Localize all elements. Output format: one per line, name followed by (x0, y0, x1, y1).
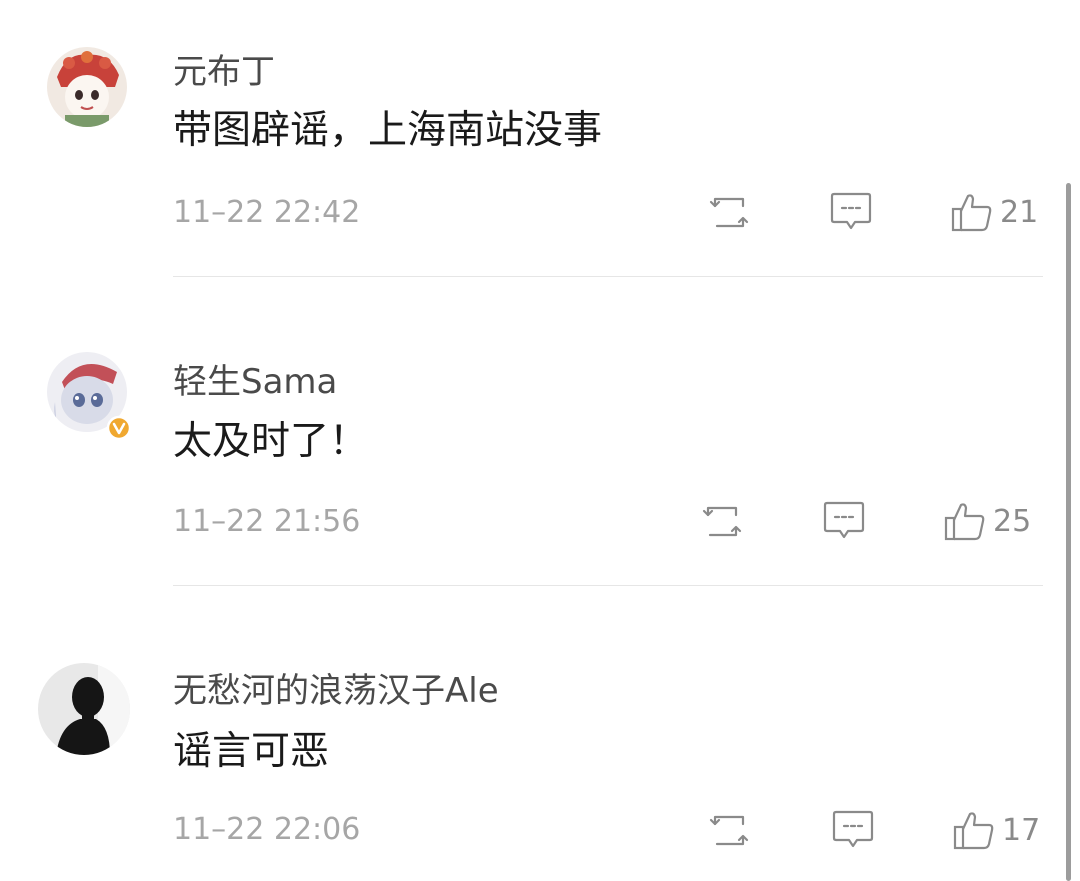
like-button[interactable]: 17 (952, 809, 1040, 853)
divider (173, 585, 1043, 586)
thumbs-up-icon (951, 194, 992, 232)
avatar-image (47, 47, 127, 127)
like-button[interactable]: 25 (943, 500, 1031, 544)
username[interactable]: 无愁河的浪荡汉子Ale (173, 671, 499, 711)
avatar-image (38, 663, 130, 755)
comment-icon[interactable] (821, 500, 867, 544)
like-count: 17 (1002, 813, 1041, 848)
username[interactable]: 元布丁 (173, 52, 275, 92)
comment-text: 带图辟谣，上海南站没事 (173, 108, 603, 153)
scrollbar[interactable] (1066, 183, 1071, 881)
repost-icon[interactable] (700, 502, 748, 542)
avatar[interactable] (47, 352, 132, 440)
like-count: 25 (993, 504, 1032, 539)
repost-icon[interactable] (707, 811, 755, 851)
verified-v-badge (106, 415, 132, 440)
avatar[interactable] (47, 47, 127, 127)
avatar-image (47, 352, 132, 440)
timestamp: 11–22 22:42 (173, 195, 361, 230)
comment-text: 太及时了！ (173, 419, 369, 464)
divider (173, 276, 1043, 277)
thumbs-up-icon (953, 812, 994, 850)
like-button[interactable]: 21 (950, 191, 1038, 235)
thumbs-up-icon (944, 503, 985, 541)
comment-icon[interactable] (828, 191, 874, 235)
repost-icon[interactable] (707, 193, 755, 233)
timestamp: 11–22 22:06 (173, 812, 361, 847)
comment-text: 谣言可恶 (173, 729, 330, 774)
comment-icon[interactable] (830, 809, 876, 853)
like-count: 21 (1000, 195, 1039, 230)
username[interactable]: 轻生Sama (173, 362, 337, 402)
timestamp: 11–22 21:56 (173, 504, 361, 539)
avatar[interactable] (38, 663, 130, 755)
